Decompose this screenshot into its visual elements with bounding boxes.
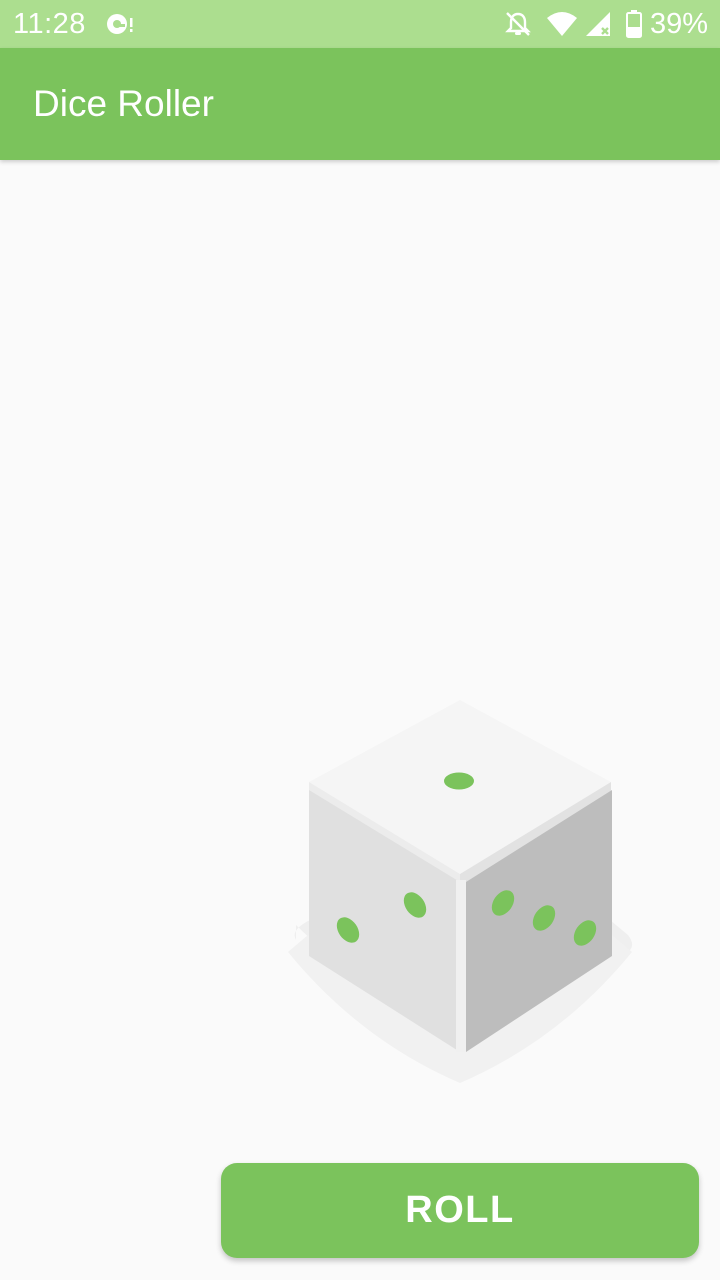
- status-time: 11:28: [13, 8, 86, 40]
- app-title: Dice Roller: [33, 83, 214, 124]
- app-bar: Dice Roller: [0, 48, 720, 160]
- battery-icon: [625, 10, 642, 38]
- status-bar: 11:28 39%: [0, 0, 720, 48]
- battery-percent: 39%: [649, 8, 708, 40]
- roll-button[interactable]: ROLL: [221, 1163, 699, 1258]
- status-right-group: 39%: [490, 6, 708, 42]
- cell-signal-icon: [585, 12, 610, 36]
- notification-icon: [107, 14, 133, 34]
- dice-image: [288, 700, 633, 1083]
- bell-off-icon: [505, 12, 531, 36]
- wifi-icon: [546, 12, 577, 36]
- dice-edge-vertical: [456, 880, 466, 1052]
- dice-pip-top: [444, 772, 474, 790]
